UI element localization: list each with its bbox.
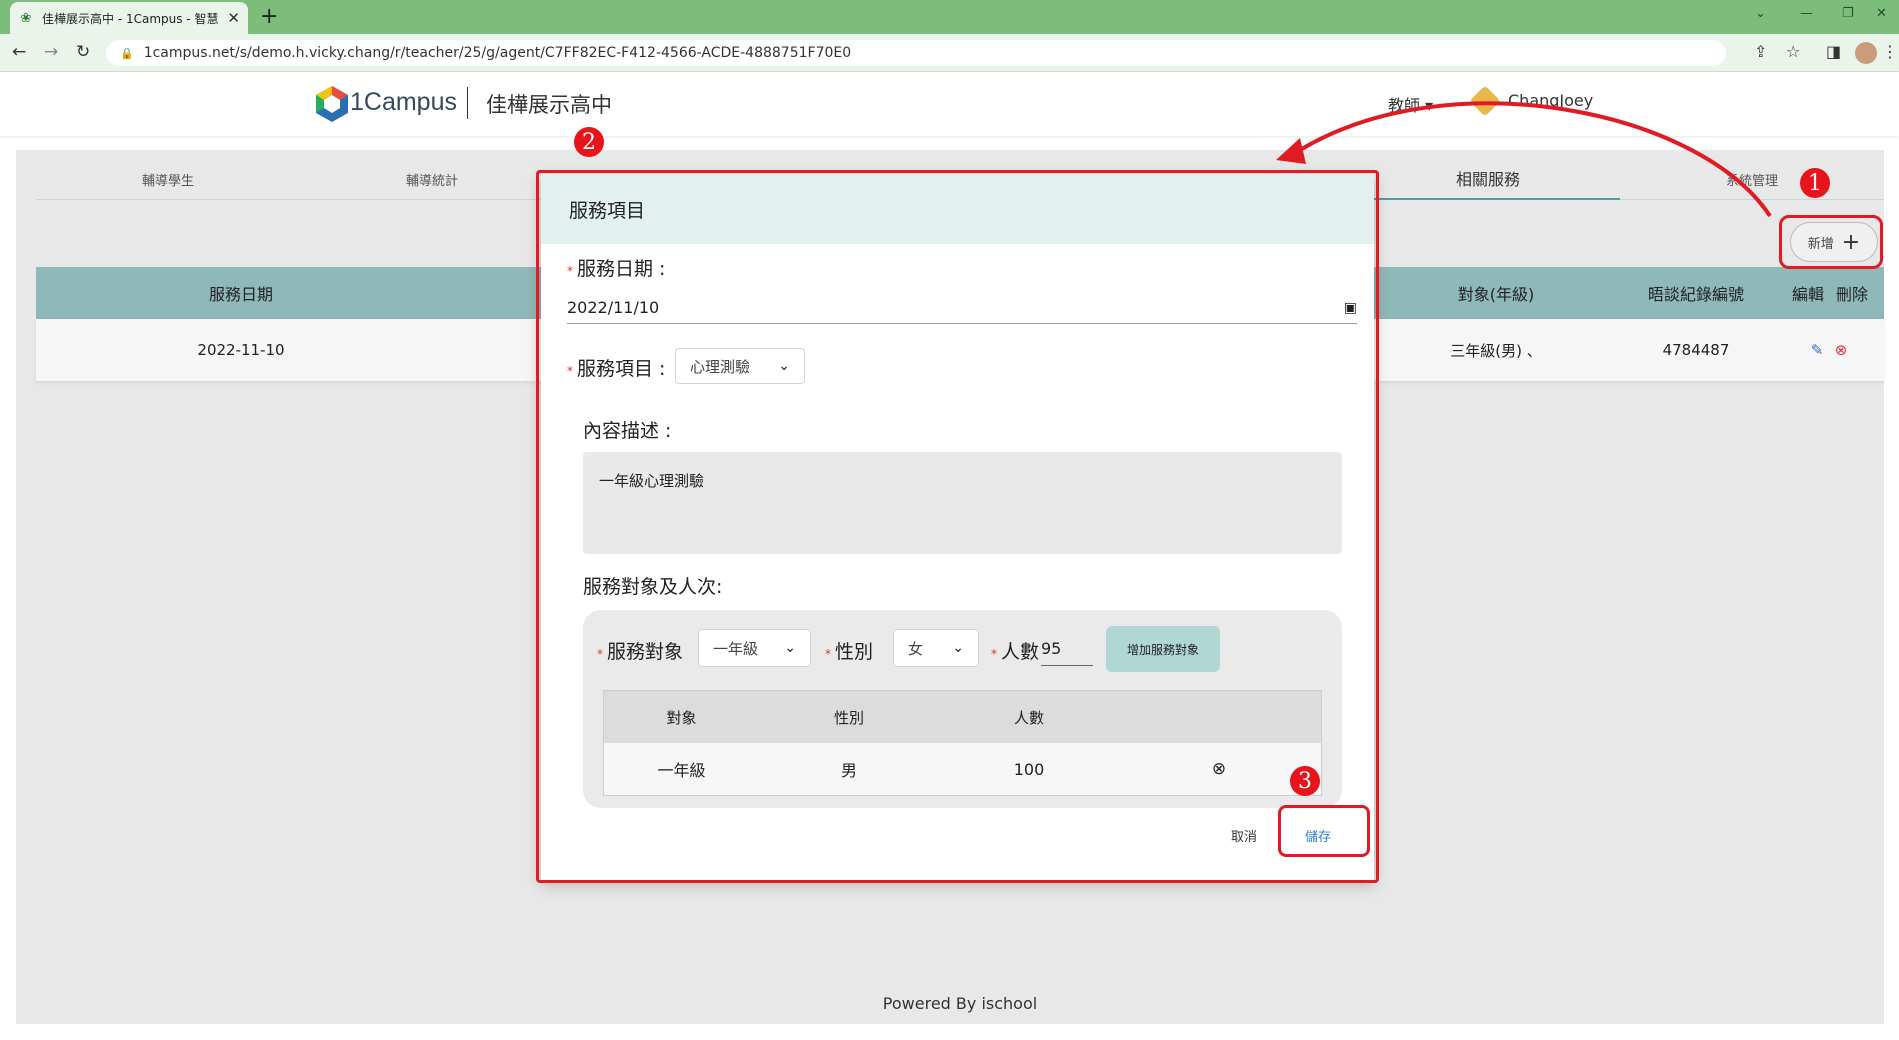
annotation-arrow bbox=[1276, 101, 1772, 218]
